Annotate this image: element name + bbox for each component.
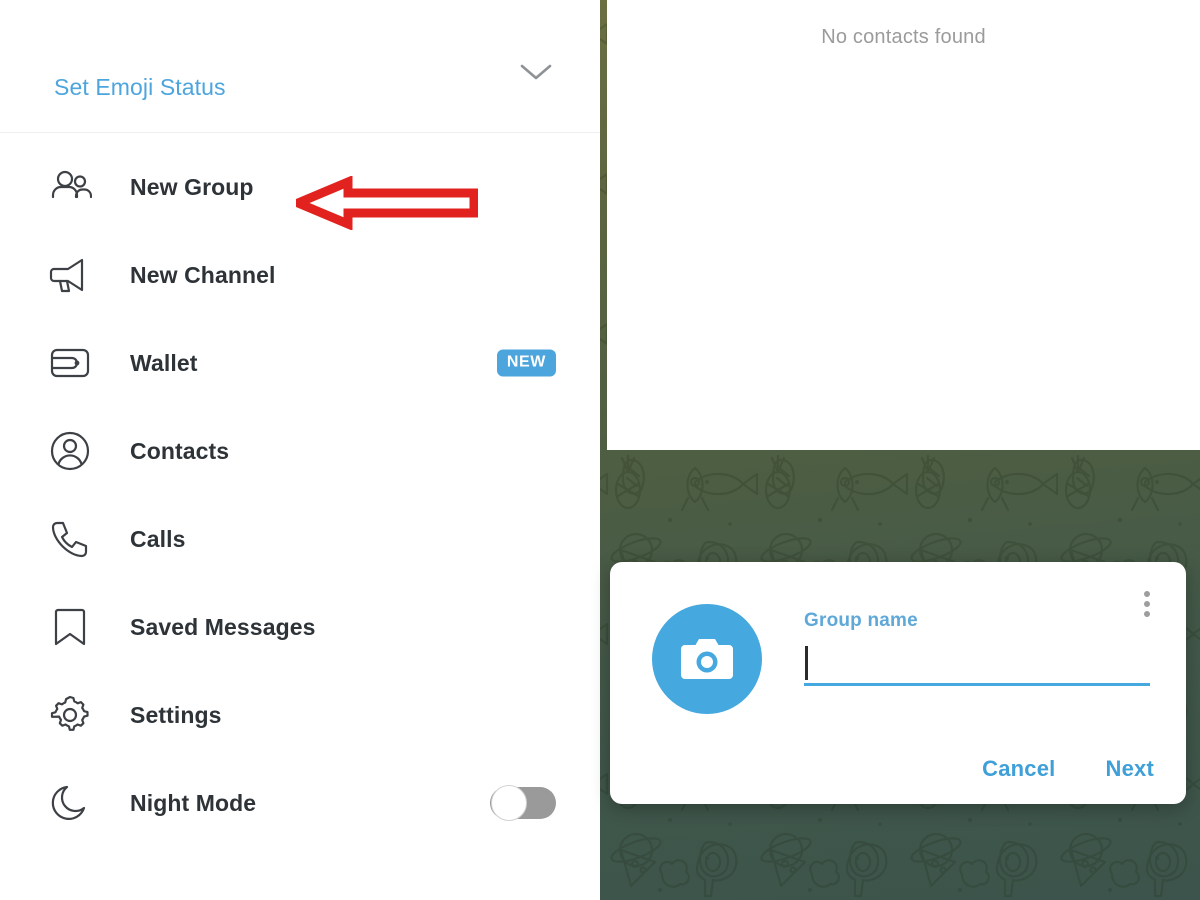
status-badge-new: NEW	[496, 349, 556, 377]
sidebar-menu: Set Emoji Status New Group New Channel W…	[0, 0, 600, 900]
sidebar-item-label: Wallet	[130, 349, 198, 376]
sidebar-item-label: Settings	[130, 701, 222, 728]
group-photo-upload-button[interactable]	[652, 604, 762, 714]
sidebar-item-label: New Channel	[130, 261, 276, 288]
night-mode-toggle[interactable]	[490, 785, 556, 821]
two-people-icon	[46, 163, 94, 211]
sidebar-item-wallet[interactable]: Wallet NEW	[0, 319, 600, 407]
sidebar-item-label: Saved Messages	[130, 613, 316, 640]
set-emoji-status-label[interactable]: Set Emoji Status	[54, 74, 226, 101]
group-name-underline	[804, 642, 1150, 686]
group-name-input[interactable]	[804, 642, 1150, 684]
gear-icon	[46, 691, 94, 739]
sidebar-item-label: New Group	[130, 173, 254, 200]
sidebar-item-saved-messages[interactable]: Saved Messages	[0, 583, 600, 671]
create-group-dialog: Group name Cancel Next	[610, 562, 1186, 804]
bookmark-icon	[46, 603, 94, 651]
screen-root: No contacts found Set Emoji Status New G…	[0, 0, 1200, 900]
sidebar-item-night-mode[interactable]: Night Mode	[0, 759, 600, 847]
sidebar-item-label: Contacts	[130, 437, 230, 464]
emoji-status-row[interactable]: Set Emoji Status	[0, 0, 600, 133]
next-button[interactable]: Next	[1106, 756, 1155, 782]
group-name-field-wrapper: Group name	[804, 610, 1150, 686]
wallet-icon	[46, 339, 94, 387]
group-name-label: Group name	[804, 610, 918, 631]
sidebar-item-calls[interactable]: Calls	[0, 495, 600, 583]
sidebar-item-label: Calls	[130, 525, 186, 552]
sidebar-item-new-group[interactable]: New Group	[0, 143, 600, 231]
contacts-panel: No contacts found	[607, 0, 1200, 450]
dialog-action-row: Cancel Next	[982, 756, 1154, 782]
phone-icon	[46, 515, 94, 563]
toggle-knob	[491, 785, 527, 821]
chevron-down-icon[interactable]	[516, 52, 556, 92]
sidebar-item-list: New Group New Channel Wallet NEW Contact…	[0, 133, 600, 847]
cancel-button[interactable]: Cancel	[982, 756, 1055, 782]
camera-icon	[681, 639, 733, 679]
kebab-dot	[1144, 601, 1150, 607]
sidebar-item-new-channel[interactable]: New Channel	[0, 231, 600, 319]
sidebar-item-label: Night Mode	[130, 789, 257, 816]
moon-icon	[46, 779, 94, 827]
sidebar-item-settings[interactable]: Settings	[0, 671, 600, 759]
sidebar-item-contacts[interactable]: Contacts	[0, 407, 600, 495]
no-contacts-message: No contacts found	[821, 26, 986, 48]
megaphone-icon	[46, 251, 94, 299]
kebab-dot	[1144, 591, 1150, 597]
person-circle-icon	[46, 427, 94, 475]
